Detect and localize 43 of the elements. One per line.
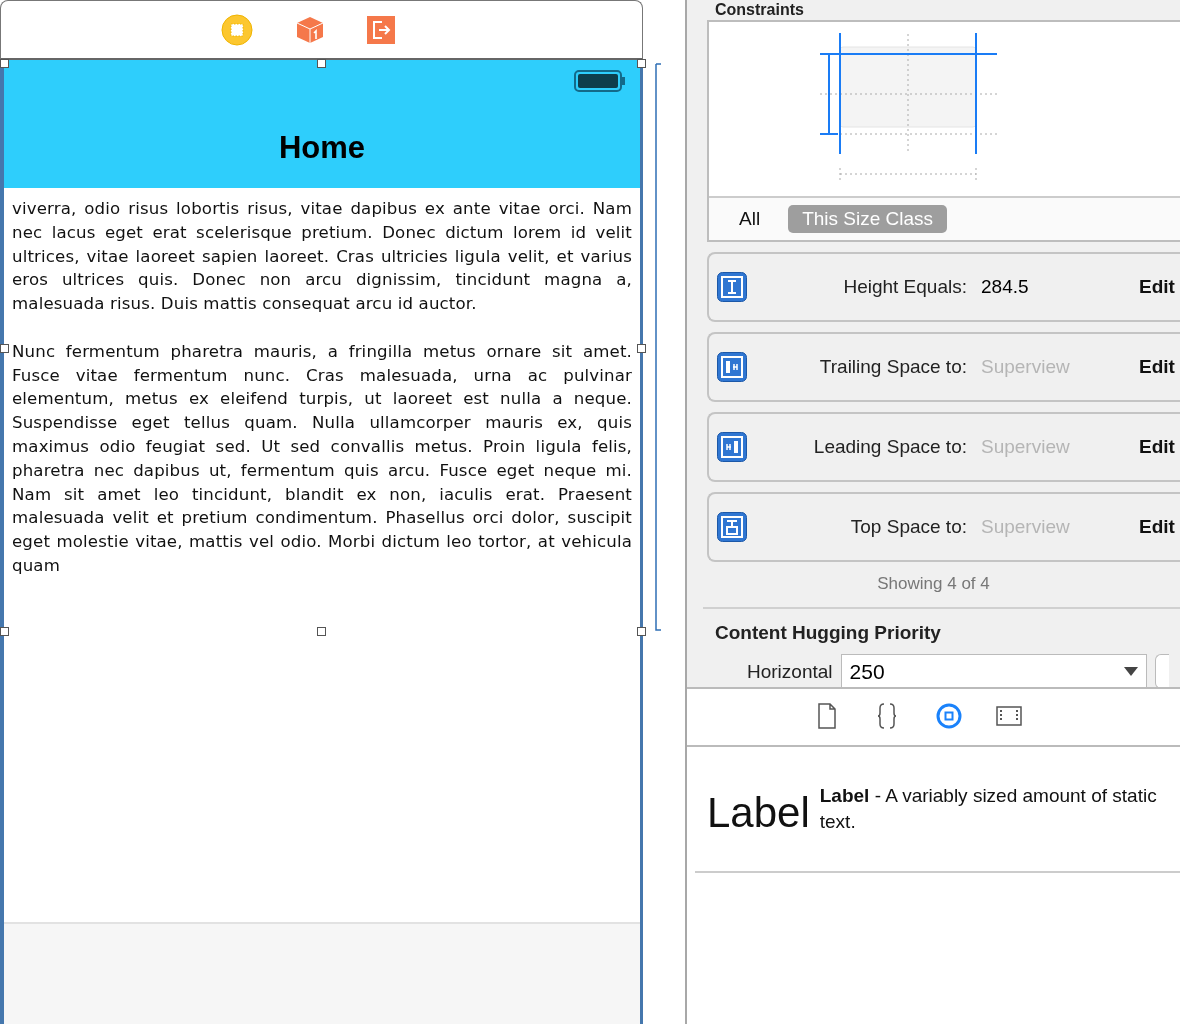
resize-handle[interactable] xyxy=(317,627,326,636)
edit-button[interactable]: Edit xyxy=(1139,276,1175,298)
section-title: Content Hugging Priority xyxy=(715,622,942,644)
constraint-label: Leading Space to: xyxy=(812,436,967,458)
trailing-constraint-icon xyxy=(717,352,747,382)
constraint-value: Superview xyxy=(981,516,1071,538)
scope-tab[interactable]: All xyxy=(725,205,775,233)
priority-dropdown[interactable]: 250 xyxy=(840,654,1147,689)
navigation-title: Home xyxy=(278,130,366,166)
constraint-value: 284.5 xyxy=(981,276,1030,298)
edit-button[interactable]: Edit xyxy=(1139,516,1175,538)
resize-handle[interactable] xyxy=(637,627,646,636)
top-constraint-icon xyxy=(717,512,747,542)
constraint-row[interactable]: Top Space to: Superview Edit xyxy=(707,492,1180,562)
battery-icon xyxy=(574,70,626,92)
field-label: Horizontal xyxy=(747,660,833,683)
section-title: Constraints xyxy=(715,0,805,20)
constraint-value: Superview xyxy=(981,436,1071,458)
label-preview: Label xyxy=(707,789,810,837)
resize-handle[interactable] xyxy=(637,59,646,68)
resize-handle[interactable] xyxy=(317,59,326,68)
showing-count: Showing 4 of 4 xyxy=(876,574,991,595)
resize-handle[interactable] xyxy=(637,344,646,353)
constraint-label: Top Space to: xyxy=(849,516,967,538)
height-constraint-icon xyxy=(717,272,747,302)
resize-handle[interactable] xyxy=(0,59,9,68)
leading-constraint-icon xyxy=(717,432,747,462)
item-description: Label - A variably sized amount of static text. xyxy=(819,784,1158,834)
constraint-row[interactable]: Trailing Space to: Superview Edit xyxy=(707,332,1180,402)
constraint-row[interactable]: Leading Space to: Superview Edit xyxy=(707,412,1180,482)
dropdown-arrow-icon xyxy=(1123,667,1138,676)
resize-handle[interactable] xyxy=(0,344,9,353)
constraint-row[interactable]: Height Equals: 284.5 Edit xyxy=(707,252,1180,322)
edit-button[interactable]: Edit xyxy=(1139,436,1175,458)
constraint-label: Trailing Space to: xyxy=(818,356,967,378)
exit-icon[interactable] xyxy=(366,15,395,44)
body-paragraph: Nunc fermentum pharetra mauris, a fringilla metus ornare sit amet. Fusce vitae fermentum nunc. Cras malesuada, urna ac pulvinar elementum, metus ex eleifend turpis, ut laoreet est nulla a neque. Suspendisse eget tellus quam. Nulla ullamcorper mauris ex, quis maximus odio feugiat sed. Ut sed convallis metus. Proin ligula felis, pharetra nec dapibus ut, fermentum quis arcu. Fusce eget neque mi. Nam sit amet leo tincidunt, blandit ex non, iaculis erat. Praesent malesuada velit et pretium condimentum. Phasellus orci dolor, suscipit eget molestie vitae, mattis vel odio. Morbi dictum leo tortor, at vehicula quam xyxy=(12,340,632,577)
body-paragraph: viverra, odio risus lobortis risus, vitae dapibus ex ante vitae orci. Nam nec lacus eget erat scelerisque pretium. Donec dictum lorem id velit ultrices, vitae laoreet sapien laoreet. Cras ultricies ligula velit, et varius eros ultrices quis. Donec non arcu dignissim, tincidunt magna a, malesuada risus. Duis mattis consequat arcu id auctor. xyxy=(12,198,632,316)
constraint-label: Height Equals: xyxy=(842,276,967,298)
edit-button[interactable]: Edit xyxy=(1139,356,1175,378)
cube-icon[interactable] xyxy=(294,14,325,45)
constraint-value: Superview xyxy=(981,356,1071,378)
resize-handle[interactable] xyxy=(0,627,9,636)
